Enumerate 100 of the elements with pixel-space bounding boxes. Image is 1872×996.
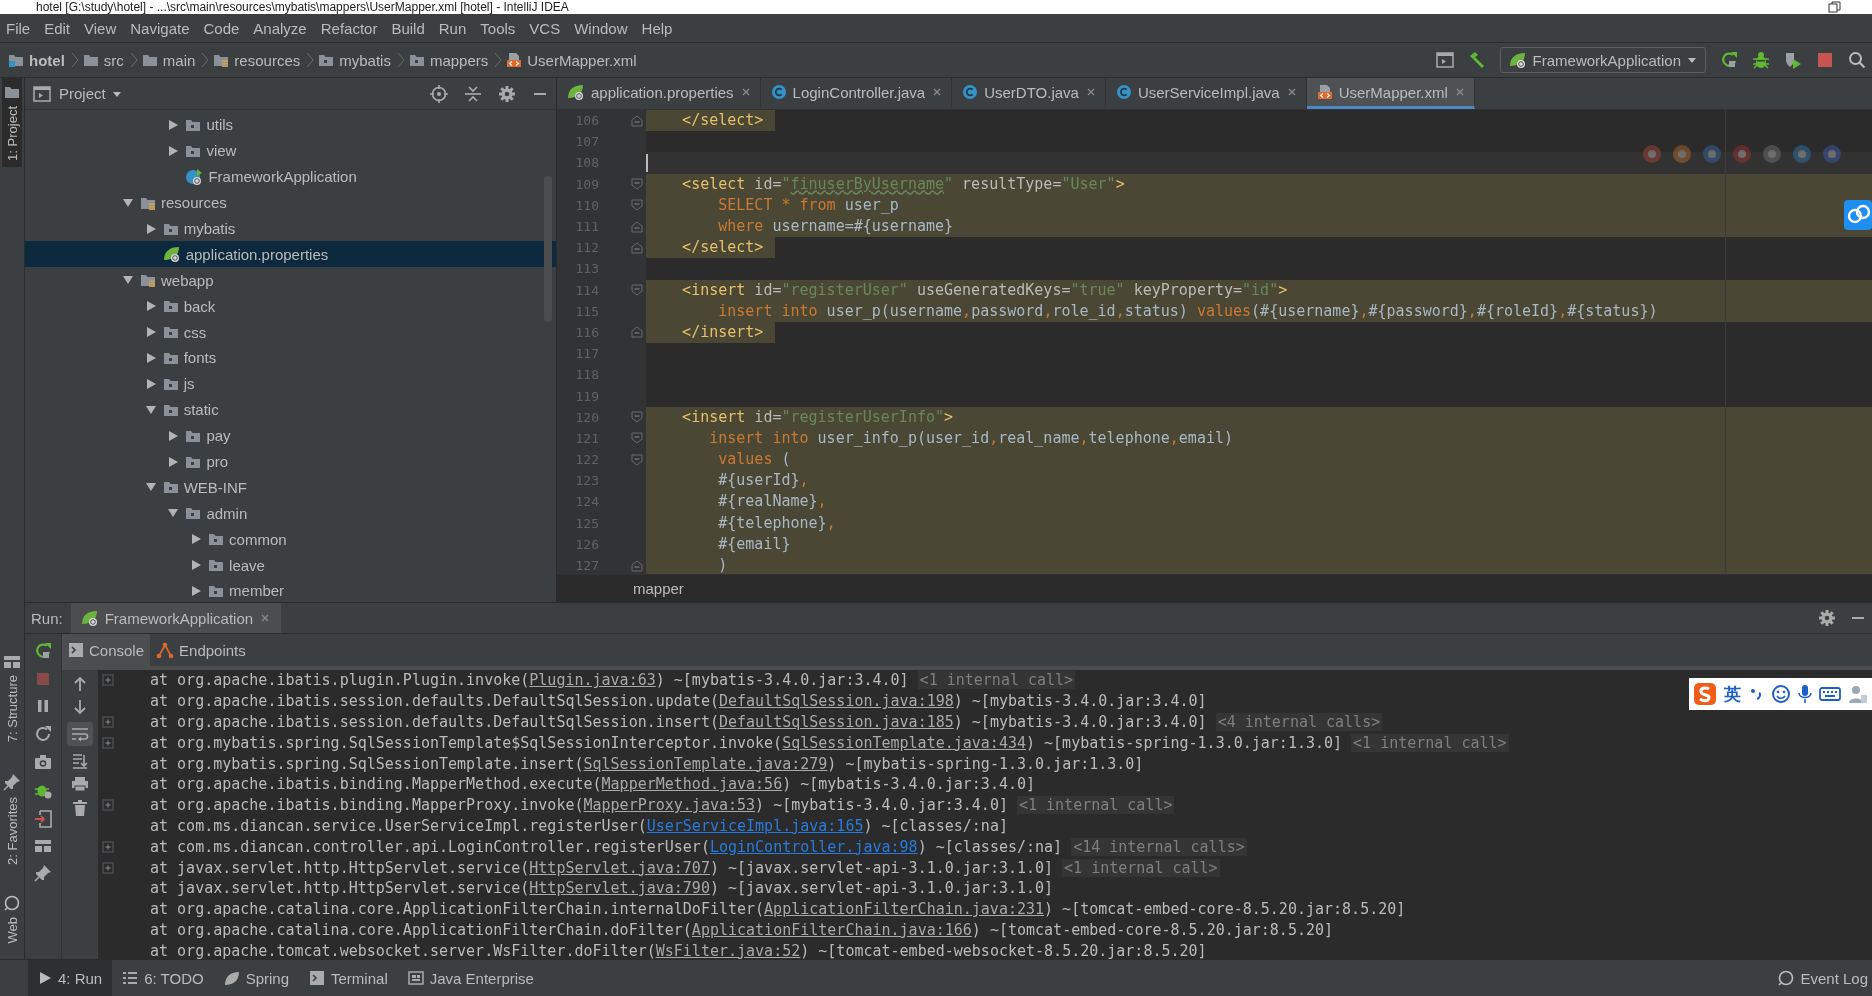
browser-icon[interactable] xyxy=(1702,144,1722,164)
tree-item[interactable]: js xyxy=(25,370,556,397)
editor-tab[interactable]: UserDTO.java xyxy=(952,78,1106,109)
menu-item[interactable]: Analyze xyxy=(247,19,315,37)
fold-marker-icon[interactable] xyxy=(631,411,643,424)
rerun-icon[interactable] xyxy=(34,642,52,660)
tool-window-button[interactable]: 7: Structure xyxy=(1,649,23,749)
tree-item[interactable]: pay xyxy=(25,422,556,449)
menu-item[interactable]: Code xyxy=(197,19,248,37)
coverage-icon[interactable] xyxy=(1784,51,1802,69)
run-config-dropdown[interactable]: FrameworkApplication xyxy=(1499,47,1706,73)
breadcrumb-item[interactable]: mappers xyxy=(408,51,491,69)
menu-item[interactable]: VCS xyxy=(523,19,569,37)
breadcrumb-item[interactable]: resources xyxy=(213,51,303,69)
expand-icon[interactable] xyxy=(102,736,114,749)
fold-marker-icon[interactable] xyxy=(631,178,643,191)
console-tab[interactable]: Console xyxy=(62,634,151,666)
expand-icon[interactable] xyxy=(102,716,114,728)
source-link[interactable]: LoginController.java:98 xyxy=(709,837,918,856)
settings-icon[interactable] xyxy=(498,84,516,103)
microphone-icon[interactable] xyxy=(1798,684,1812,704)
camera-icon[interactable] xyxy=(34,754,52,770)
run-tab[interactable]: FrameworkApplication xyxy=(70,603,282,633)
tree-item[interactable]: leave xyxy=(25,552,556,579)
source-link[interactable]: ApplicationFilterChain.java:231 xyxy=(764,900,1045,919)
breadcrumb-item[interactable]: main xyxy=(141,51,198,69)
tree-item[interactable]: static xyxy=(25,396,556,423)
view-dropdown[interactable]: Project xyxy=(59,85,122,102)
keyboard-icon[interactable] xyxy=(1819,686,1841,702)
tree-item[interactable]: common xyxy=(25,526,556,553)
menu-item[interactable]: Window xyxy=(568,19,636,37)
tree-item[interactable]: admin xyxy=(25,500,556,527)
tree-item[interactable]: css xyxy=(25,319,556,345)
browser-icon[interactable] xyxy=(1792,144,1812,164)
tree-item[interactable]: resources xyxy=(25,189,556,216)
source-link[interactable]: HttpServlet.java:790 xyxy=(529,879,710,898)
arrow-up-icon[interactable] xyxy=(72,676,88,692)
source-link[interactable]: HttpServlet.java:707 xyxy=(529,858,710,877)
source-link[interactable]: UserServiceImpl.java:165 xyxy=(646,816,864,835)
editor-tab[interactable]: application.properties xyxy=(557,78,761,109)
menu-item[interactable]: Tools xyxy=(474,19,524,37)
run-window-icon[interactable] xyxy=(1435,52,1454,68)
fold-marker-icon[interactable] xyxy=(631,326,643,339)
emoji-icon[interactable] xyxy=(1771,684,1791,704)
internal-calls-note[interactable]: <4 internal calls> xyxy=(1215,713,1383,731)
fold-marker-icon[interactable] xyxy=(631,199,643,212)
tree-item[interactable]: FrameworkApplication xyxy=(25,163,556,190)
tool-window-button[interactable]: 2: Favorites xyxy=(1,766,23,871)
browser-icon[interactable] xyxy=(1642,144,1662,164)
tree-item[interactable]: utils xyxy=(25,112,556,138)
internal-calls-note[interactable]: <1 internal call> xyxy=(1016,796,1175,815)
language-toggle[interactable]: 英 xyxy=(1724,682,1741,706)
fold-marker-icon[interactable] xyxy=(631,114,643,127)
source-link[interactable]: Plugin.java:63 xyxy=(529,671,656,690)
tool-window-tab[interactable]: 4: Run xyxy=(28,960,113,996)
browser-icon[interactable] xyxy=(1762,144,1782,164)
menu-item[interactable]: Run xyxy=(432,19,475,37)
editor-tab[interactable]: UserServiceImpl.java xyxy=(1105,78,1307,109)
fold-marker-icon[interactable] xyxy=(631,241,643,254)
stop-icon[interactable] xyxy=(1816,51,1834,69)
refresh-icon[interactable] xyxy=(34,725,52,743)
source-link[interactable]: DefaultSqlSession.java:185 xyxy=(718,713,954,731)
tool-window-button[interactable]: Web xyxy=(2,888,22,949)
internal-calls-note[interactable]: <1 internal call> xyxy=(917,671,1076,690)
source-link[interactable]: MapperProxy.java:53 xyxy=(583,796,756,815)
source-link[interactable]: ApplicationFilterChain.java:166 xyxy=(691,920,972,939)
pin-icon[interactable] xyxy=(34,864,52,882)
ime-logo-icon[interactable] xyxy=(1693,682,1717,706)
menu-item[interactable]: File xyxy=(0,19,39,37)
fold-marker-icon[interactable] xyxy=(631,284,643,297)
source-link[interactable]: MapperMethod.java:56 xyxy=(601,775,783,794)
locate-icon[interactable] xyxy=(430,84,448,103)
menu-item[interactable]: Build xyxy=(385,19,433,37)
rerun-icon[interactable] xyxy=(1720,51,1738,69)
exit-icon[interactable] xyxy=(34,810,52,828)
fold-marker-icon[interactable] xyxy=(631,559,643,572)
breadcrumb-item[interactable]: mybatis xyxy=(318,51,393,69)
fold-marker-icon[interactable] xyxy=(631,432,643,445)
menu-item[interactable]: Refactor xyxy=(314,19,386,37)
tool-window-tab[interactable]: Spring xyxy=(213,960,300,996)
expand-icon[interactable] xyxy=(102,674,114,687)
arrow-down-icon[interactable] xyxy=(72,699,88,715)
internal-calls-note[interactable]: <1 internal call> xyxy=(1062,858,1220,877)
settings-icon[interactable] xyxy=(1818,609,1836,627)
source-link[interactable]: DefaultSqlSession.java:198 xyxy=(718,692,954,711)
collapse-icon[interactable] xyxy=(464,84,482,103)
source-link[interactable]: SqlSessionTemplate.java:279 xyxy=(583,754,828,773)
breadcrumb-item[interactable]: mapper xyxy=(633,580,684,597)
search-icon[interactable] xyxy=(1848,51,1866,69)
browser-icon[interactable] xyxy=(1732,144,1752,164)
expand-icon[interactable] xyxy=(102,861,114,874)
soft-wrap-toggle[interactable] xyxy=(67,722,93,746)
debug-icon[interactable] xyxy=(1752,51,1770,69)
menu-item[interactable]: Navigate xyxy=(124,19,198,37)
tree-item[interactable]: application.properties xyxy=(25,241,556,268)
tree-item[interactable]: webapp xyxy=(25,267,556,294)
tree-item[interactable]: back xyxy=(25,293,556,320)
internal-calls-note[interactable]: <14 internal calls> xyxy=(1071,837,1247,856)
console-tab[interactable]: Endpoints xyxy=(150,634,252,666)
tree-item[interactable]: pro xyxy=(25,448,556,475)
